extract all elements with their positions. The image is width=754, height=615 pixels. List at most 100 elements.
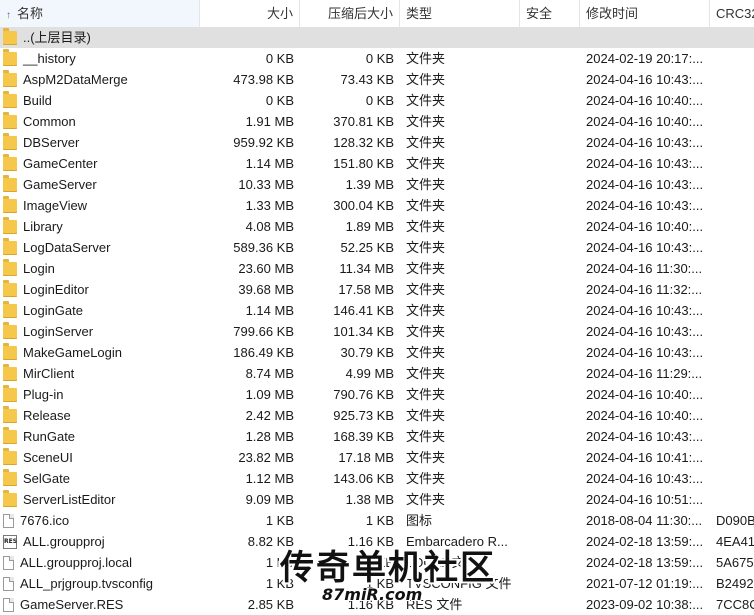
file-row[interactable]: MakeGameLogin 186.49 KB 30.79 KB 文件夹 2024-04… xyxy=(0,342,754,363)
file-row[interactable]: MirClient 8.74 MB 4.99 MB 文件夹 2024-04-16 11:… xyxy=(0,363,754,384)
security xyxy=(520,531,580,552)
crc32 xyxy=(710,258,754,279)
crc32 xyxy=(710,405,754,426)
file-row[interactable]: LoginServer 799.66 KB 101.34 KB 文件夹 2024-04-… xyxy=(0,321,754,342)
file-name: Release xyxy=(23,408,71,423)
crc32 xyxy=(710,27,754,48)
file-name: Login xyxy=(23,261,55,276)
file-icon xyxy=(3,513,14,528)
file-row[interactable]: Login 23.60 MB 11.34 MB 文件夹 2024-04-16 11:30… xyxy=(0,258,754,279)
modified-time: 2024-04-16 10:43:... xyxy=(586,156,704,171)
file-row[interactable]: RES ALL.groupproj 8.82 KB 1.16 KB Embarcader… xyxy=(0,531,754,552)
file-name-cell: __history xyxy=(0,48,200,69)
column-header-compressed-size[interactable]: 压缩后大小 xyxy=(300,0,400,27)
file-name: Build xyxy=(23,93,52,108)
folder-icon xyxy=(3,258,17,276)
crc32 xyxy=(710,426,754,447)
compressed-size: 146.41 KB xyxy=(333,303,394,318)
compressed-size: 151.80 KB xyxy=(333,156,394,171)
file-row[interactable]: GameServer 10.33 MB 1.39 MB 文件夹 2024-04-16 1… xyxy=(0,174,754,195)
security xyxy=(520,594,580,615)
file-name: LoginEditor xyxy=(23,282,89,297)
file-size: 23.60 MB xyxy=(238,261,294,276)
column-header-name[interactable]: ↑ 名称 xyxy=(0,0,200,27)
file-size: 1.09 MB xyxy=(245,387,294,402)
file-name-cell: LogDataServer xyxy=(0,237,200,258)
compressed-size xyxy=(300,27,400,48)
security xyxy=(520,48,580,69)
compressed-size: 0 KB xyxy=(365,51,394,66)
modified-time: 2024-02-18 13:59:... xyxy=(586,534,704,549)
file-name: ALL_prjgroup.tvsconfig xyxy=(20,576,153,591)
folder-icon xyxy=(3,447,17,465)
security xyxy=(520,300,580,321)
file-name: 7676.ico xyxy=(20,513,70,528)
file-name-cell: ALL_prjgroup.tvsconfig xyxy=(0,573,200,594)
compressed-size: 17.58 MB xyxy=(338,282,394,297)
security xyxy=(520,153,580,174)
file-name-cell: Login xyxy=(0,258,200,279)
file-row[interactable]: LoginEditor 39.68 MB 17.58 MB 文件夹 2024-04-16… xyxy=(0,279,754,300)
file-size: 0 KB xyxy=(265,93,294,108)
file-row[interactable]: LoginGate 1.14 MB 146.41 KB 文件夹 2024-04-16 1… xyxy=(0,300,754,321)
file-type xyxy=(400,27,520,48)
file-row[interactable]: GameCenter 1.14 MB 151.80 KB 文件夹 2024-04-16 … xyxy=(0,153,754,174)
file-row[interactable]: SelGate 1.12 MB 143.06 KB 文件夹 2024-04-16 10:… xyxy=(0,468,754,489)
file-name: LogDataServer xyxy=(23,240,111,255)
crc32: D090B xyxy=(716,513,754,528)
file-row[interactable]: Common 1.91 MB 370.81 KB 文件夹 2024-04-16 10:4… xyxy=(0,111,754,132)
modified-time: 2024-02-19 20:17:... xyxy=(586,51,704,66)
file-type: 文件夹 xyxy=(406,408,446,423)
file-type: 文件夹 xyxy=(406,345,446,360)
file-row[interactable]: Plug-in 1.09 MB 790.76 KB 文件夹 2024-04-16 10:… xyxy=(0,384,754,405)
security xyxy=(520,384,580,405)
file-row[interactable]: Release 2.42 MB 925.73 KB 文件夹 2024-04-16 10:… xyxy=(0,405,754,426)
parent-directory-row[interactable]: ..(上层目录) xyxy=(0,27,754,48)
modified-time xyxy=(580,27,710,48)
column-header-modified[interactable]: 修改时间 xyxy=(580,0,710,27)
file-size: 8.74 MB xyxy=(245,366,294,381)
security xyxy=(520,258,580,279)
file-row[interactable]: ALL_prjgroup.tvsconfig 1 KB 1 KB TVSCONFIG … xyxy=(0,573,754,594)
file-name-cell: ServerListEditor xyxy=(0,489,200,510)
file-type: 文件夹 xyxy=(406,387,446,402)
column-header-security[interactable]: 安全 xyxy=(520,0,580,27)
column-header-size[interactable]: 大小 xyxy=(200,0,300,27)
file-row[interactable]: ALL.groupproj.local 1 KB 1 KB LOCAL 文件 2024-… xyxy=(0,552,754,573)
folder-icon xyxy=(3,195,17,213)
crc32 xyxy=(710,90,754,111)
compressed-size: 1.39 MB xyxy=(345,177,394,192)
file-row[interactable]: Build 0 KB 0 KB 文件夹 2024-04-16 10:40:... xyxy=(0,90,754,111)
file-name: ALL.groupproj xyxy=(23,534,105,549)
file-row[interactable]: DBServer 959.92 KB 128.32 KB 文件夹 2024-04-16 … xyxy=(0,132,754,153)
crc32: 7CC8C xyxy=(716,597,754,612)
file-row[interactable]: 7676.ico 1 KB 1 KB 图标 2018-08-04 11:30:... D0… xyxy=(0,510,754,531)
column-header-crc32[interactable]: CRC32 xyxy=(710,0,754,27)
file-name-cell: MakeGameLogin xyxy=(0,342,200,363)
file-row[interactable]: AspM2DataMerge 473.98 KB 73.43 KB 文件夹 2024-0… xyxy=(0,69,754,90)
file-row[interactable]: LogDataServer 589.36 KB 52.25 KB 文件夹 2024-04… xyxy=(0,237,754,258)
file-row[interactable]: RunGate 1.28 MB 168.39 KB 文件夹 2024-04-16 10:… xyxy=(0,426,754,447)
file-name: MakeGameLogin xyxy=(23,345,122,360)
file-name-cell: LoginGate xyxy=(0,300,200,321)
folder-icon xyxy=(3,489,17,507)
file-row[interactable]: ServerListEditor 9.09 MB 1.38 MB 文件夹 2024-04… xyxy=(0,489,754,510)
file-row[interactable]: SceneUI 23.82 MB 17.18 MB 文件夹 2024-04-16 10:… xyxy=(0,447,754,468)
compressed-size: 1.89 MB xyxy=(345,219,394,234)
column-header-type[interactable]: 类型 xyxy=(400,0,520,27)
file-name-cell: 7676.ico xyxy=(0,510,200,531)
compressed-size: 1 KB xyxy=(365,513,394,528)
crc32 xyxy=(710,132,754,153)
security xyxy=(520,279,580,300)
compressed-size: 17.18 MB xyxy=(338,450,394,465)
crc32: B2492 xyxy=(716,576,754,591)
file-row[interactable]: ImageView 1.33 MB 300.04 KB 文件夹 2024-04-16 1… xyxy=(0,195,754,216)
file-type: 文件夹 xyxy=(406,429,446,444)
compressed-size: 1 KB xyxy=(365,555,394,570)
file-row[interactable]: Library 4.08 MB 1.89 MB 文件夹 2024-04-16 10:40… xyxy=(0,216,754,237)
file-name-cell: GameServer xyxy=(0,174,200,195)
file-name-cell: SceneUI xyxy=(0,447,200,468)
file-row[interactable]: GameServer.RES 2.85 KB 1.16 KB RES 文件 2023-0… xyxy=(0,594,754,615)
compressed-size: 370.81 KB xyxy=(333,114,394,129)
file-row[interactable]: __history 0 KB 0 KB 文件夹 2024-02-19 20:17:... xyxy=(0,48,754,69)
